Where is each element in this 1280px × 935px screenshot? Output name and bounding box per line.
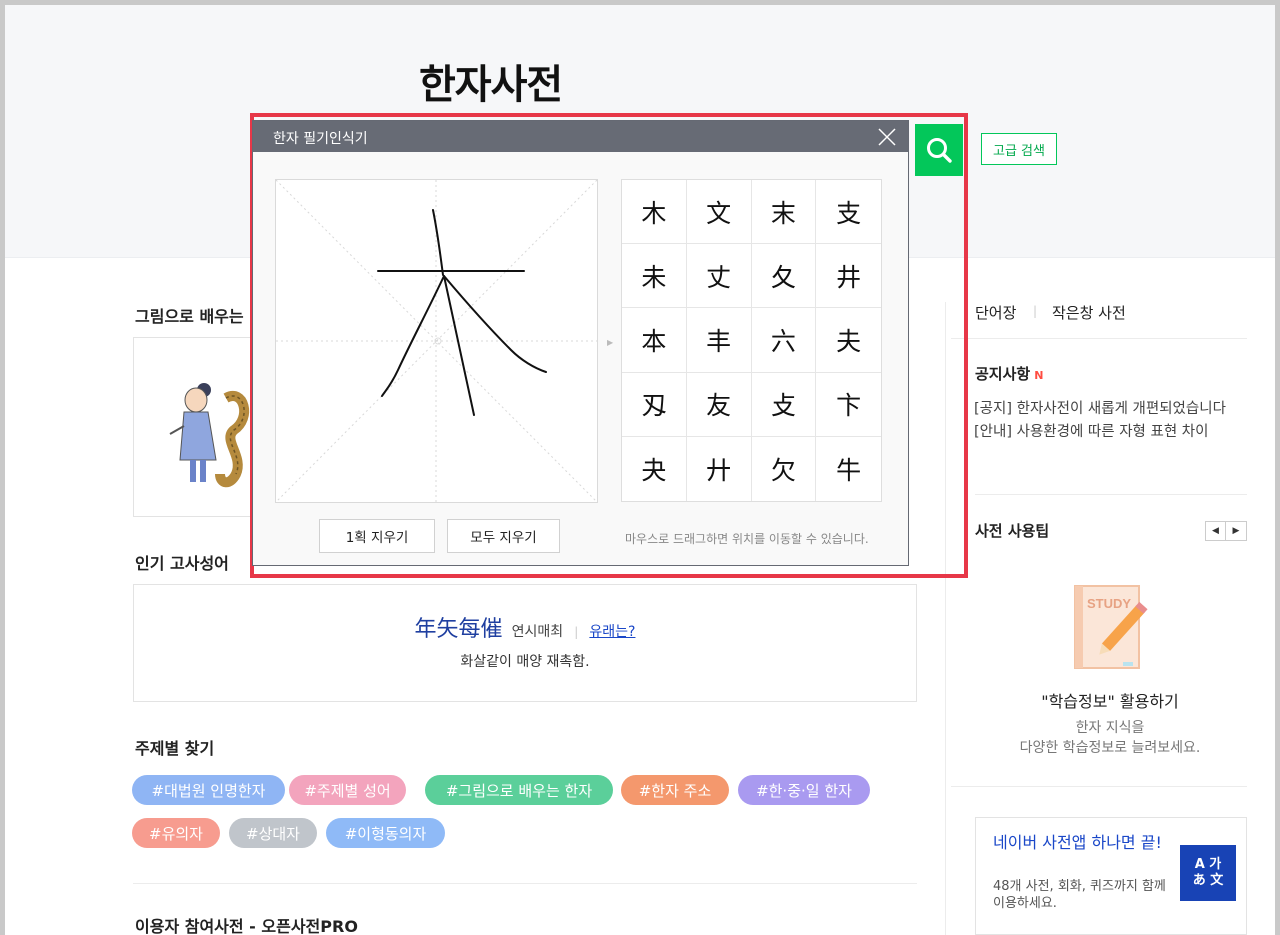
candidate-char[interactable]: 欠 (752, 436, 817, 501)
topic-tag[interactable]: #주제별 성어 (289, 775, 406, 805)
idiom-reading: 연시매최 (511, 624, 564, 640)
candidate-char[interactable]: 夬 (622, 436, 687, 501)
candidate-char[interactable]: 牛 (816, 437, 881, 501)
candidate-grid: 木文末支未丈夂井本丰六夫刄友攴卞夬廾欠牛 (621, 179, 882, 502)
tips-pager: ◀ ▶ (1205, 521, 1247, 541)
candidate-char[interactable]: 六 (751, 308, 817, 373)
clear-one-stroke-button[interactable]: 1획 지우기 (319, 519, 435, 553)
picture-learning-title[interactable]: 그림으로 배우는 (135, 303, 244, 327)
candidate-char[interactable]: 夂 (751, 244, 817, 309)
handwriting-recognizer-popup[interactable]: 한자 필기인식기 ▶ 木文末支未丈夂井本丰六夫刄友攴卞夬廾欠牛 1획 지우기 모… (252, 120, 909, 566)
notice-title-text: 공지사항 (975, 365, 1031, 383)
picture-learning-card[interactable] (133, 337, 253, 517)
notice-item[interactable]: [공지] 한자사전이 새롭게 개편되었습니다 (974, 397, 1242, 418)
next-arrow-icon[interactable]: ▶ (1226, 521, 1247, 541)
topics-title: 주제별 찾기 (135, 739, 215, 758)
tips-title: 사전 사용팁 (975, 522, 1050, 540)
candidate-char[interactable]: 廾 (687, 436, 752, 501)
topic-tag[interactable]: #그림으로 배우는 한자 (425, 775, 613, 805)
idiom-separator: | (574, 625, 579, 639)
candidate-char[interactable]: 丈 (686, 244, 752, 309)
app-icon-text: A 가 (1194, 857, 1222, 872)
scholar-illustration (169, 383, 249, 488)
clear-all-button[interactable]: 모두 지우기 (447, 519, 560, 553)
topic-tag[interactable]: #대법원 인명한자 (132, 775, 285, 805)
popup-title-bar[interactable]: 한자 필기인식기 (253, 121, 908, 152)
candidate-char[interactable]: 未 (622, 244, 687, 309)
tips-description: 한자 지식을 다양한 학습정보로 늘려보세요. (975, 718, 1245, 758)
candidate-char[interactable]: 友 (686, 372, 752, 437)
popup-title: 한자 필기인식기 (273, 131, 368, 147)
tips-desc-line: 다양한 학습정보로 늘려보세요. (1019, 740, 1201, 756)
prev-arrow-icon[interactable]: ◀ (1205, 521, 1226, 541)
idiom-line: 年矢每催 연시매최 | 유래는? (134, 611, 916, 643)
open-dict-title[interactable]: 이용자 참여사전 - 오픈사전PRO (135, 913, 358, 935)
topic-tag[interactable]: #유의자 (132, 818, 220, 848)
arrow-right-icon: ▶ (607, 338, 614, 347)
app-icon-text: あ 文 (1192, 873, 1224, 888)
handwriting-canvas[interactable] (275, 179, 598, 503)
divider (133, 883, 917, 884)
study-label: STUDY (1087, 596, 1131, 611)
topic-tag[interactable]: #이형동의자 (326, 818, 445, 848)
notice-title[interactable]: 공지사항 N (975, 363, 1043, 384)
idiom-hanja[interactable]: 年矢每催 (415, 617, 503, 642)
study-notebook-icon[interactable]: STUDY (1067, 582, 1157, 672)
mini-dictionary-link[interactable]: 작은창 사전 (1052, 302, 1126, 323)
candidate-char[interactable]: 本 (622, 308, 687, 373)
advanced-search-button[interactable]: 고급 검색 (981, 133, 1057, 165)
divider (975, 494, 1247, 495)
popular-idioms-title: 인기 고사성어 (135, 554, 229, 573)
app-promo-title: 네이버 사전앱 하나면 끝! (993, 833, 1162, 852)
drag-hint: 마우스로 드래그하면 위치를 이동할 수 있습니다. (625, 532, 869, 546)
divider (951, 786, 1247, 787)
wordbook-link[interactable]: 단어장 (975, 302, 1016, 323)
app-promo-card[interactable]: 네이버 사전앱 하나면 끝! 48개 사전, 회화, 퀴즈까지 함께 이용하세요… (975, 817, 1247, 935)
candidate-char[interactable]: 木 (622, 180, 687, 245)
handwriting-strokes (275, 179, 598, 503)
idiom-origin-link[interactable]: 유래는? (589, 624, 635, 640)
candidate-char[interactable]: 丰 (686, 308, 752, 373)
notice-item[interactable]: [안내] 사용환경에 따른 자형 표현 차이 (974, 420, 1242, 441)
tips-heading[interactable]: "학습정보" 활용하기 (975, 688, 1245, 712)
candidate-char[interactable]: 攴 (751, 372, 817, 437)
candidate-char[interactable]: 末 (751, 180, 817, 245)
link-separator: | (1033, 304, 1038, 318)
dictionary-app-icon: A 가 あ 文 (1180, 845, 1236, 901)
idiom-card: 年矢每催 연시매최 | 유래는? 화살같이 매양 재촉함. (133, 584, 917, 702)
brand-title[interactable]: 한자사전 (419, 52, 563, 110)
new-badge: N (1034, 369, 1044, 382)
idiom-meaning: 화살같이 매양 재촉함. (460, 654, 590, 670)
topic-tag[interactable]: #한자 주소 (621, 775, 729, 805)
candidate-char[interactable]: 夫 (816, 308, 881, 373)
candidate-char[interactable]: 文 (686, 180, 752, 245)
topic-tag[interactable]: #상대자 (229, 818, 317, 848)
candidate-char[interactable]: 卞 (816, 373, 881, 437)
tips-desc-line: 한자 지식을 (1075, 720, 1145, 736)
candidate-char[interactable]: 支 (816, 180, 881, 245)
close-icon[interactable] (877, 127, 897, 147)
candidate-char[interactable]: 刄 (622, 372, 687, 437)
candidate-char[interactable]: 井 (816, 244, 881, 309)
topic-tag[interactable]: #한·중·일 한자 (738, 775, 870, 805)
app-promo-desc: 48개 사전, 회화, 퀴즈까지 함께 이용하세요. (993, 879, 1166, 911)
divider (951, 338, 1247, 339)
